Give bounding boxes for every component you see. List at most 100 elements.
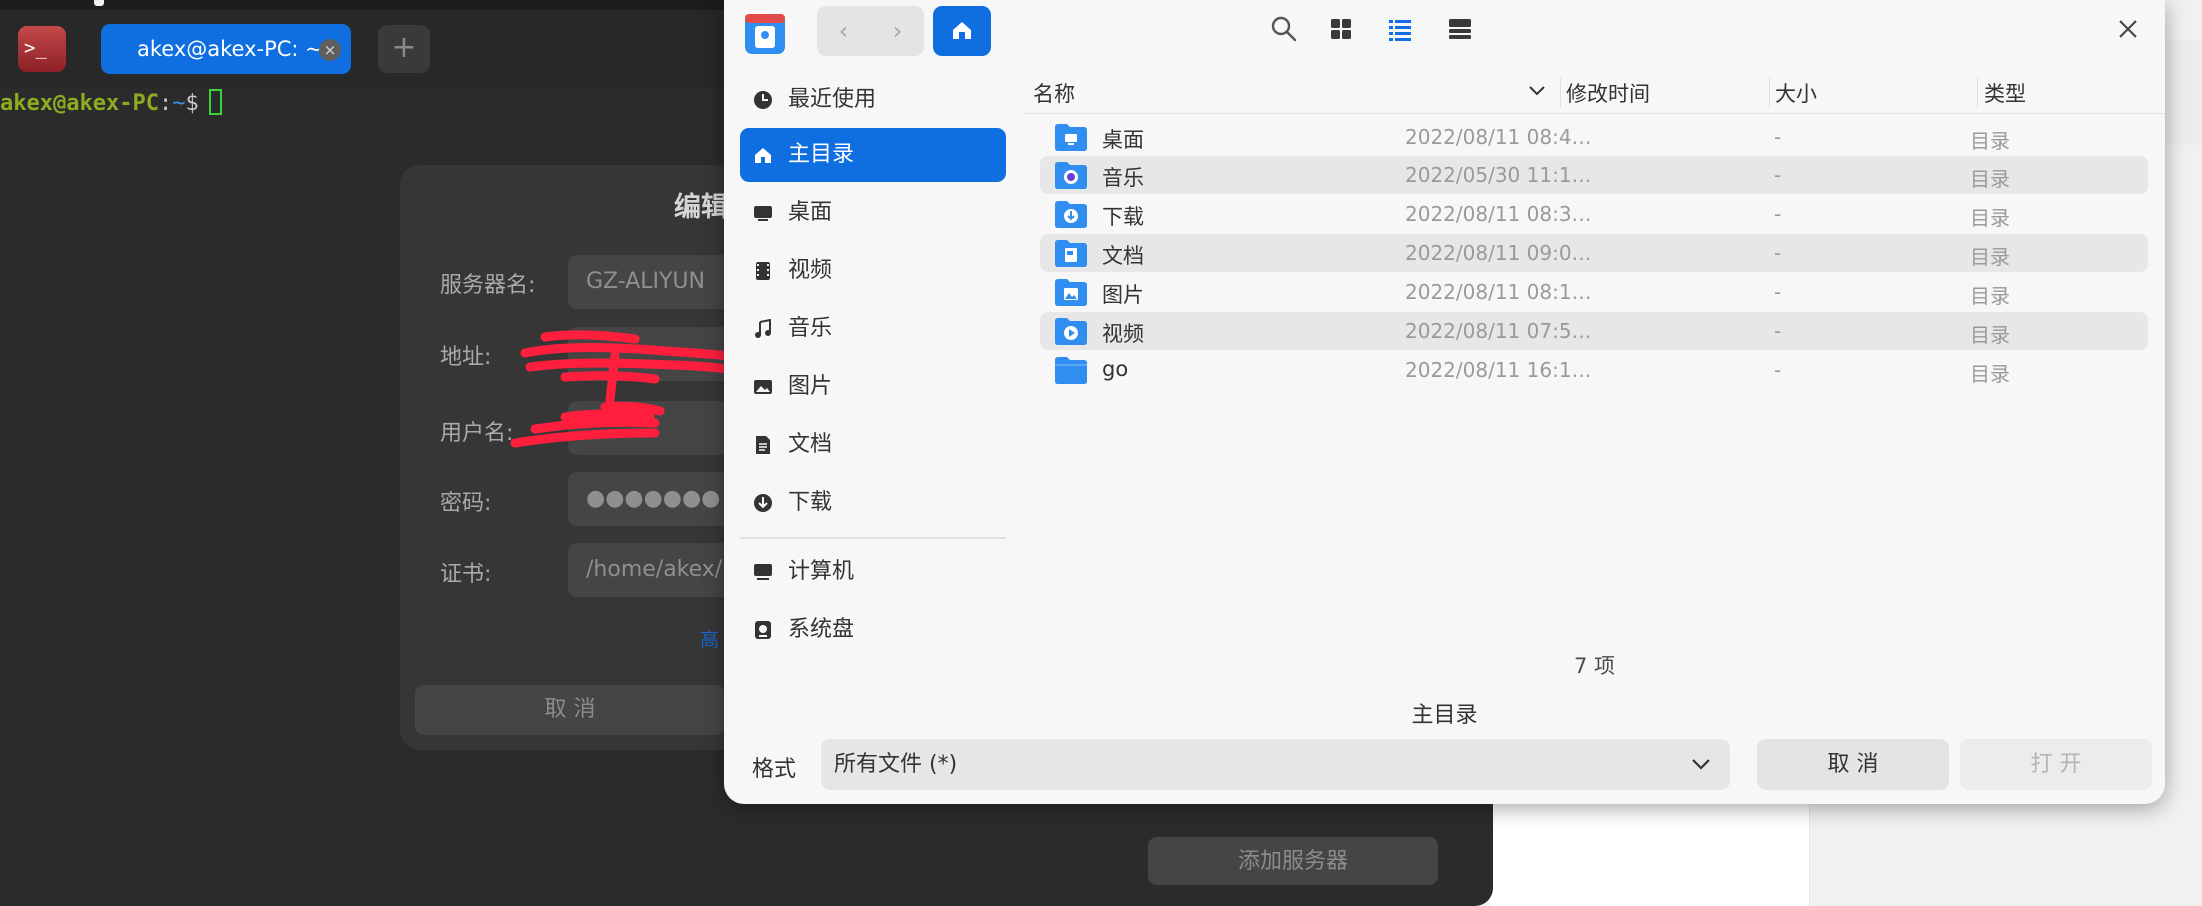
column-separator [1560,78,1561,108]
table-row[interactable]: 桌面 2022/08/11 08:4… - 目录 [1040,118,2148,156]
header-divider [1024,113,2165,114]
file-type: 目录 [1970,245,2010,269]
file-modified: 2022/08/11 16:1… [1405,358,1592,382]
sidebar-divider [740,537,1006,539]
column-header-name[interactable]: 名称 [1033,78,1075,108]
column-header-modified[interactable]: 修改时间 [1566,78,1650,108]
sidebar-label: 系统盘 [788,617,855,642]
file-name: 音乐 [1102,166,1144,190]
sidebar-item-recent[interactable]: 最近使用 [740,73,1006,127]
pictures-folder-icon [1055,279,1087,306]
add-server-button[interactable]: 添加服务器 [1148,837,1438,885]
sidebar-item-music[interactable]: 音乐 [740,302,1006,356]
sidebar-item-partial[interactable] [740,666,1006,682]
table-row[interactable]: go 2022/08/11 16:1… - 目录 [1040,351,2148,389]
sort-chevron-down-icon[interactable] [1528,84,1546,98]
file-name: 视频 [1102,322,1144,346]
grid-view-icon[interactable] [1326,14,1356,44]
file-size: - [1774,319,1782,343]
prompt-path: ~ [172,91,186,116]
table-row[interactable]: 文档 2022/08/11 09:0… - 目录 [1040,234,2148,272]
detail-view-icon[interactable] [1445,14,1475,44]
file-type: 目录 [1970,362,2010,386]
file-chooser-dialog: ‹ › 最近使用 主目录 桌面 视频 音乐 图片 文档 下载 计算机 系统盘 名… [724,0,2165,804]
advanced-options-link[interactable]: 高 [700,625,719,652]
music-folder-icon [1055,162,1087,189]
file-name: 桌面 [1102,128,1144,152]
background-strip [2160,40,2202,145]
film-icon [756,262,770,280]
sidebar-item-system-disk[interactable]: 系统盘 [740,603,1006,657]
column-separator [1977,78,1978,108]
image-icon [754,380,772,394]
file-list: 名称 修改时间 大小 类型 桌面 2022/08/11 08:4… - 目录 音… [1024,70,2165,682]
terminal-app-icon[interactable]: >_ [18,26,66,72]
sidebar-item-computer[interactable]: 计算机 [740,545,1006,599]
file-modified: 2022/08/11 08:3… [1405,202,1592,226]
column-header-type[interactable]: 类型 [1984,78,2026,108]
sidebar-item-pictures[interactable]: 图片 [740,360,1006,414]
column-header-size[interactable]: 大小 [1775,78,1817,108]
sidebar-item-documents[interactable]: 文档 [740,418,1006,472]
home-breadcrumb-button[interactable] [933,6,991,56]
navigation-group: ‹ › [817,6,924,56]
cancel-button[interactable]: 取 消 [1757,739,1949,790]
sidebar-label: 计算机 [788,559,855,584]
file-modified: 2022/08/11 08:4… [1405,125,1592,149]
terminal-tab[interactable]: akex@akex-PC: ~ × [101,24,351,74]
prompt-user: akex@akex-PC [0,91,159,116]
file-type: 目录 [1970,323,2010,347]
password-label: 密码: [440,491,492,516]
redaction-scribble [510,330,745,448]
desktop-icon [754,206,772,221]
sidebar-label: 文档 [788,432,833,457]
close-icon[interactable] [2113,14,2143,44]
format-select[interactable]: 所有文件 (*) [821,739,1730,790]
home-icon [755,148,771,163]
dialog-title: 编辑 [674,192,728,223]
file-size: - [1774,125,1782,149]
sidebar-item-videos[interactable]: 视频 [740,244,1006,298]
sidebar-item-desktop[interactable]: 桌面 [740,186,1006,240]
open-button[interactable]: 打 开 [1960,739,2152,790]
address-label: 地址: [440,345,492,370]
music-note-icon [755,319,771,338]
file-size: - [1774,280,1782,304]
file-name: 图片 [1102,283,1144,307]
download-folder-icon [1055,201,1087,228]
list-view-icon[interactable] [1385,14,1415,44]
file-name: 下载 [1102,205,1144,229]
folder-icon [1055,357,1087,384]
file-size: - [1774,241,1782,265]
documents-folder-icon [1055,240,1087,267]
clock-icon [754,91,772,109]
table-row[interactable]: 下载 2022/08/11 08:3… - 目录 [1040,195,2148,233]
table-row[interactable]: 音乐 2022/05/30 11:1… - 目录 [1040,156,2148,194]
file-modified: 2022/08/11 09:0… [1405,241,1592,265]
desktop-folder-icon [1055,124,1087,151]
tab-close-icon[interactable]: × [319,39,341,61]
search-icon[interactable] [1269,14,1299,44]
file-size: - [1774,163,1782,187]
terminal-prompt[interactable]: akex@akex-PC:~$ [0,88,222,120]
table-row[interactable]: 图片 2022/08/11 08:1… - 目录 [1040,273,2148,311]
sidebar-item-home[interactable]: 主目录 [740,128,1006,182]
forward-button[interactable]: › [871,6,924,56]
sidebar-label: 下载 [788,490,833,515]
file-type: 目录 [1970,129,2010,153]
table-row[interactable]: 视频 2022/08/11 07:5… - 目录 [1040,312,2148,350]
sidebar-label: 最近使用 [788,87,877,112]
sidebar-item-downloads[interactable]: 下载 [740,476,1006,530]
sidebar-label: 桌面 [788,200,833,225]
tab-label: akex@akex-PC: ~ [137,37,323,61]
back-button[interactable]: ‹ [817,6,870,56]
new-tab-button[interactable]: + [378,25,430,73]
edit-cancel-button[interactable]: 取 消 [415,685,725,735]
computer-icon [754,564,772,580]
format-label: 格式 [752,757,797,782]
prompt-dollar: $ [185,91,199,116]
file-modified: 2022/08/11 07:5… [1405,319,1592,343]
format-value: 所有文件 (*) [834,752,958,777]
home-icon [953,22,971,39]
places-sidebar: 最近使用 主目录 桌面 视频 音乐 图片 文档 下载 计算机 系统盘 [724,70,1024,682]
